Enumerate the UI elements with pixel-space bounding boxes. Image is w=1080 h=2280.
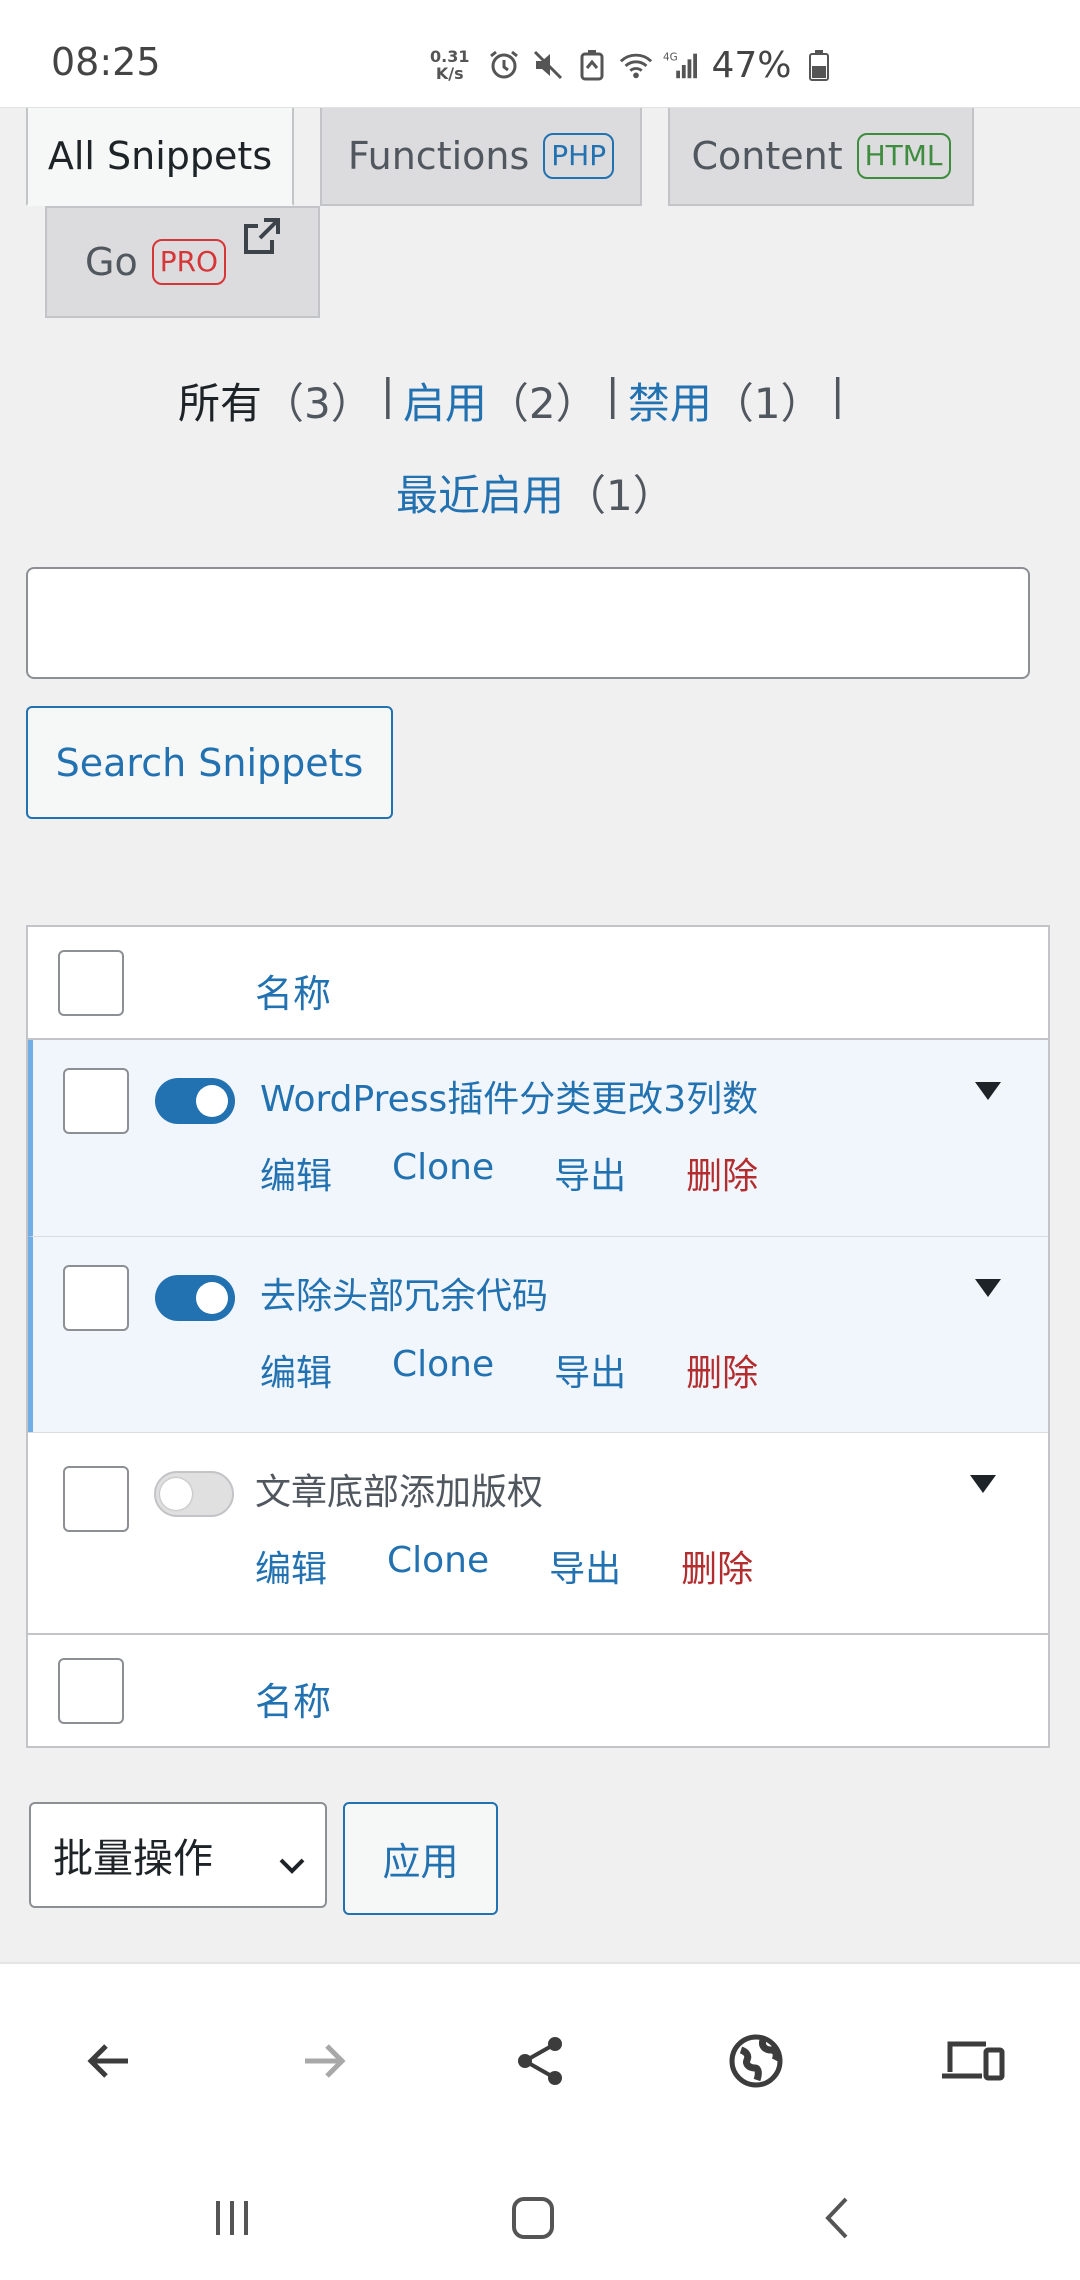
filter-separator: | [380, 370, 395, 419]
filter-active[interactable]: 启用（2） [403, 370, 598, 431]
table-row: 文章底部添加版权 编辑 Clone 导出 删除 [28, 1432, 1048, 1628]
column-header-name[interactable]: 名称 [255, 963, 331, 1018]
status-icons: 0.31 K/s 4G 47% [430, 40, 836, 90]
tab-label: Go [85, 240, 138, 284]
forward-arrow-icon[interactable] [295, 2032, 353, 2090]
pro-badge: PRO [151, 239, 227, 285]
filter-separator: | [605, 370, 620, 419]
table-row: WordPress插件分类更改3列数 编辑 Clone 导出 删除 [28, 1040, 1048, 1236]
edit-link[interactable]: 编辑 [260, 1147, 332, 1199]
home-icon[interactable] [510, 2195, 556, 2245]
wifi-icon [619, 48, 653, 82]
browser-toolbar [0, 1962, 1080, 2157]
status-bar: 08:25 0.31 K/s 4G 47% [0, 0, 1080, 108]
tab-functions[interactable]: Functions PHP [320, 108, 642, 206]
row-actions: 编辑 Clone 导出 删除 [255, 1540, 753, 1592]
column-footer-name[interactable]: 名称 [255, 1671, 331, 1726]
tab-content[interactable]: Content HTML [668, 108, 974, 206]
tab-label: Content [691, 134, 843, 178]
row-checkbox[interactable] [63, 1265, 129, 1331]
bulk-action-select[interactable]: 批量操作 [29, 1802, 327, 1908]
active-toggle[interactable] [155, 1275, 235, 1321]
select-all-checkbox[interactable] [58, 1658, 124, 1724]
row-actions: 编辑 Clone 导出 删除 [260, 1344, 758, 1396]
globe-icon[interactable] [727, 2032, 785, 2090]
export-link[interactable]: 导出 [549, 1540, 621, 1592]
filter-recently-active[interactable]: 最近启用（1） [396, 471, 675, 520]
delete-link[interactable]: 删除 [686, 1147, 758, 1199]
table-row: 去除头部冗余代码 编辑 Clone 导出 删除 [28, 1236, 1048, 1432]
row-actions: 编辑 Clone 导出 删除 [260, 1147, 758, 1199]
select-all-checkbox[interactable] [58, 950, 124, 1016]
expand-row-icon[interactable] [975, 1279, 1001, 1297]
snippets-table: 名称 WordPress插件分类更改3列数 编辑 Clone 导出 删除 去除头… [26, 925, 1050, 1748]
recent-apps-icon[interactable] [210, 2195, 254, 2243]
row-checkbox[interactable] [63, 1068, 129, 1134]
row-checkbox[interactable] [63, 1466, 129, 1532]
external-link-icon [242, 216, 282, 265]
battery-saver-icon [575, 48, 609, 82]
snippet-title[interactable]: 去除头部冗余代码 [260, 1267, 548, 1319]
bulk-action-value: 批量操作 [53, 1836, 213, 1882]
battery-icon [802, 48, 836, 82]
alarm-icon [487, 48, 521, 82]
filter-inactive[interactable]: 禁用（1） [628, 370, 823, 431]
tab-label: Functions [347, 134, 530, 178]
network-speed: 0.31 K/s [430, 47, 470, 83]
html-badge: HTML [856, 133, 951, 179]
signal-4g-icon: 4G [663, 48, 698, 82]
active-toggle[interactable] [155, 1078, 235, 1124]
table-footer: 名称 [28, 1633, 1048, 1746]
clone-link[interactable]: Clone [392, 1344, 494, 1396]
tab-all-snippets[interactable]: All Snippets [26, 108, 294, 206]
edit-link[interactable]: 编辑 [255, 1540, 327, 1592]
devices-icon[interactable] [940, 2032, 1006, 2090]
system-navigation-bar [0, 2157, 1080, 2280]
expand-row-icon[interactable] [970, 1475, 996, 1493]
expand-row-icon[interactable] [975, 1082, 1001, 1100]
delete-link[interactable]: 删除 [686, 1344, 758, 1396]
delete-link[interactable]: 删除 [681, 1540, 753, 1592]
filter-row: 最近启用（1） [396, 462, 675, 523]
clone-link[interactable]: Clone [392, 1147, 494, 1199]
php-badge: PHP [543, 133, 615, 179]
svg-text:4G: 4G [663, 51, 678, 63]
snippet-title[interactable]: WordPress插件分类更改3列数 [260, 1070, 758, 1122]
mute-icon [531, 48, 565, 82]
apply-button[interactable]: 应用 [343, 1802, 498, 1915]
export-link[interactable]: 导出 [554, 1344, 626, 1396]
tab-label: All Snippets [47, 134, 273, 178]
chevron-down-icon [277, 1840, 307, 1886]
back-icon[interactable] [818, 2195, 858, 2245]
edit-link[interactable]: 编辑 [260, 1344, 332, 1396]
share-icon[interactable] [511, 2032, 569, 2090]
search-input[interactable] [26, 567, 1030, 679]
filter-row: 所有（3） | 启用（2） | 禁用（1） | [178, 370, 853, 431]
battery-percent: 47% [711, 44, 792, 86]
inactive-toggle[interactable] [154, 1471, 234, 1517]
table-header: 名称 [28, 927, 1048, 1040]
filter-separator: | [830, 370, 845, 419]
status-time: 08:25 [51, 40, 161, 84]
clone-link[interactable]: Clone [387, 1540, 489, 1592]
snippet-title[interactable]: 文章底部添加版权 [255, 1463, 543, 1515]
tab-go-pro[interactable]: Go PRO [45, 206, 320, 318]
search-snippets-button[interactable]: Search Snippets [26, 706, 393, 819]
back-arrow-icon[interactable] [80, 2032, 138, 2090]
filter-all[interactable]: 所有（3） [178, 370, 373, 431]
export-link[interactable]: 导出 [554, 1147, 626, 1199]
